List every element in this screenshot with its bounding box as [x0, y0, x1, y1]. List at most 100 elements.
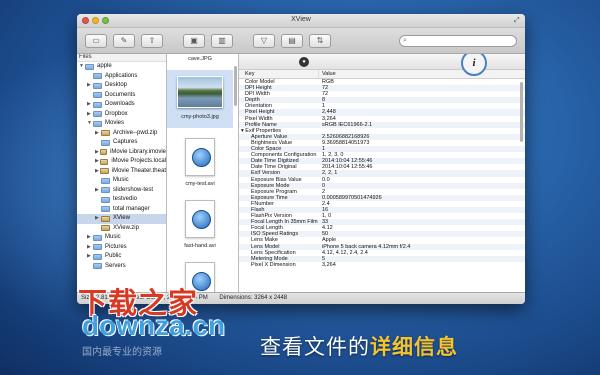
quicktime-icon — [185, 138, 215, 176]
file-tree-label: Movies — [105, 120, 125, 126]
thumbnail-panel: cave.JPG cmy-photo3.jpg cmy-test.avi fas… — [167, 54, 239, 300]
package-icon — [99, 149, 108, 156]
properties-table: Color Model RGB DPI Height 72 DPI Width 72 Dep… — [239, 79, 525, 268]
key-column-header[interactable]: Key — [239, 70, 319, 78]
folder-icon — [101, 206, 110, 213]
file-tree-item[interactable]: ▶ Downloads — [77, 100, 166, 110]
share-button[interactable]: ⇧ — [141, 33, 163, 48]
folder-icon — [101, 196, 110, 203]
folder-icon — [101, 177, 110, 184]
file-tree-label: Public — [105, 253, 122, 259]
file-tree-item[interactable]: ▶ iMovie Projects.local — [77, 157, 166, 167]
file-tree-label: slidershow-test — [113, 186, 154, 193]
file-tree-item[interactable]: ▶ Dropbox — [77, 110, 166, 120]
folder-icon — [101, 187, 110, 194]
trash-icon: ▥ — [218, 36, 226, 45]
save-button[interactable]: ▣ — [183, 33, 205, 48]
file-tree-item[interactable]: ▶ Music — [77, 233, 166, 243]
file-tree-label: iMovie Projects.local — [111, 158, 166, 164]
file-tree-item[interactable]: ▶ Public — [77, 252, 166, 262]
package-icon — [100, 158, 109, 165]
package-icon — [101, 215, 110, 222]
thumb-scrollbar[interactable] — [234, 66, 237, 106]
photo-thumbnail — [177, 76, 223, 108]
thumb-label: fast-hand.avi — [184, 243, 216, 249]
file-tree-label: total manager — [113, 205, 150, 212]
fullscreen-icon[interactable]: ⤢ — [514, 17, 521, 24]
thumb-item[interactable]: cmy-photo3.jpg — [167, 70, 233, 128]
sort-button[interactable]: ⇅ — [309, 33, 331, 48]
gear-icon[interactable]: ● — [299, 57, 309, 67]
toolbar: ▭ ✎ ⇧ ▣ ▥ ▽ ▤ ⇅ — [77, 28, 525, 54]
tools-icon: ✎ — [120, 36, 128, 45]
package-icon — [101, 225, 110, 232]
properties-toolbar: ● i — [239, 54, 525, 76]
thumb-item[interactable]: cmy-test.avi — [167, 138, 233, 187]
filter-button[interactable]: ▽ — [253, 33, 275, 48]
file-tree-label: testvedio — [113, 196, 138, 202]
file-tree-item[interactable]: Applications — [77, 72, 166, 82]
file-tree-item[interactable]: ▼ Movies — [77, 119, 166, 129]
title-bar: XView ⤢ — [77, 14, 525, 28]
file-tree-item[interactable]: Servers — [77, 262, 166, 272]
folder-button[interactable]: ▭ — [85, 33, 107, 48]
folder-icon — [93, 111, 102, 118]
file-tree-label: Servers — [105, 262, 126, 269]
file-tree-label: XView.zip — [113, 224, 139, 231]
package-icon — [100, 168, 109, 175]
file-tree-label: Downloads — [105, 101, 135, 107]
file-tree-item[interactable]: Documents — [77, 91, 166, 101]
file-tree-label: Archive--pwd.zip — [113, 129, 158, 136]
disclosure-triangle-icon[interactable]: ▶ — [95, 148, 100, 158]
files-header: Files — [77, 54, 166, 62]
thumb-label: cmy-photo3.jpg — [181, 114, 219, 120]
file-tree-label: Documents — [105, 91, 136, 98]
file-tree-item[interactable]: ▶ iMovie Library.imovie — [77, 148, 166, 158]
view-icon: ▤ — [288, 36, 296, 45]
file-tree-label: apple — [97, 63, 112, 69]
thumb-item[interactable]: cave.JPG — [167, 56, 233, 62]
file-tree-item[interactable]: Music — [77, 176, 166, 186]
folder-icon — [93, 73, 102, 80]
file-tree-label: iMovie Theater.theat — [111, 167, 166, 174]
search-input[interactable] — [399, 35, 517, 47]
share-icon: ⇧ — [148, 36, 156, 45]
file-tree-item[interactable]: testvedio — [77, 195, 166, 205]
thumb-label: cmy-test.avi — [185, 181, 215, 187]
thumb-item[interactable]: fast-hand.avi — [167, 200, 233, 249]
file-tree-label: Music — [113, 177, 129, 183]
file-tree-item[interactable]: ▶ slidershow-test — [77, 186, 166, 196]
file-tree-item[interactable]: ▼ apple — [77, 62, 166, 72]
property-value: sRGB IEC61966-2.1 — [322, 121, 373, 128]
file-tree-item[interactable]: ▶ Pictures — [77, 243, 166, 253]
trash-button[interactable]: ▥ — [211, 33, 233, 48]
property-row[interactable]: Pixel X Dimension 3,264 — [239, 262, 525, 268]
app-window: XView ⤢ ▭ ✎ ⇧ ▣ ▥ ▽ ▤ ⇅ Files ▼appleAppl… — [77, 14, 525, 304]
folder-icon — [93, 253, 102, 260]
file-tree-item[interactable]: XView.zip — [77, 224, 166, 234]
view-button[interactable]: ▤ — [281, 33, 303, 48]
quicktime-icon — [185, 200, 215, 238]
file-tree-item[interactable]: ▶ XView — [77, 214, 166, 224]
file-tree-label: Dropbox — [105, 110, 128, 117]
tools-button[interactable]: ✎ — [113, 33, 135, 48]
properties-panel: ● i Key Value Color Model RGB DPI Height 72… — [239, 54, 525, 292]
folder-icon — [93, 82, 102, 89]
window-title: XView — [291, 16, 311, 23]
file-tree-item[interactable]: ▶ iMovie Theater.theat — [77, 167, 166, 177]
folder-icon — [101, 139, 110, 146]
status-dimensions: Dimensions: 3264 x 2448 — [219, 295, 288, 301]
files-panel: Files ▼ apple Applications ▶ Desktop Document… — [77, 54, 167, 292]
main-area: Files ▼ apple Applications ▶ Desktop Document… — [77, 54, 525, 300]
promo-caption: 查看文件的详细信息 — [260, 331, 458, 361]
watermark-domain: downza.cn — [82, 310, 226, 341]
package-icon — [101, 130, 110, 137]
file-tree-item[interactable]: ▶ Archive--pwd.zip — [77, 129, 166, 139]
thumb-label: cave.JPG — [188, 56, 212, 62]
properties-scrollbar[interactable] — [520, 82, 523, 142]
file-tree-item[interactable]: Captures — [77, 138, 166, 148]
property-value: 3,264 — [322, 261, 336, 268]
value-column-header[interactable]: Value — [319, 70, 336, 78]
file-tree-item[interactable]: total manager — [77, 205, 166, 215]
file-tree-item[interactable]: ▶ Desktop — [77, 81, 166, 91]
